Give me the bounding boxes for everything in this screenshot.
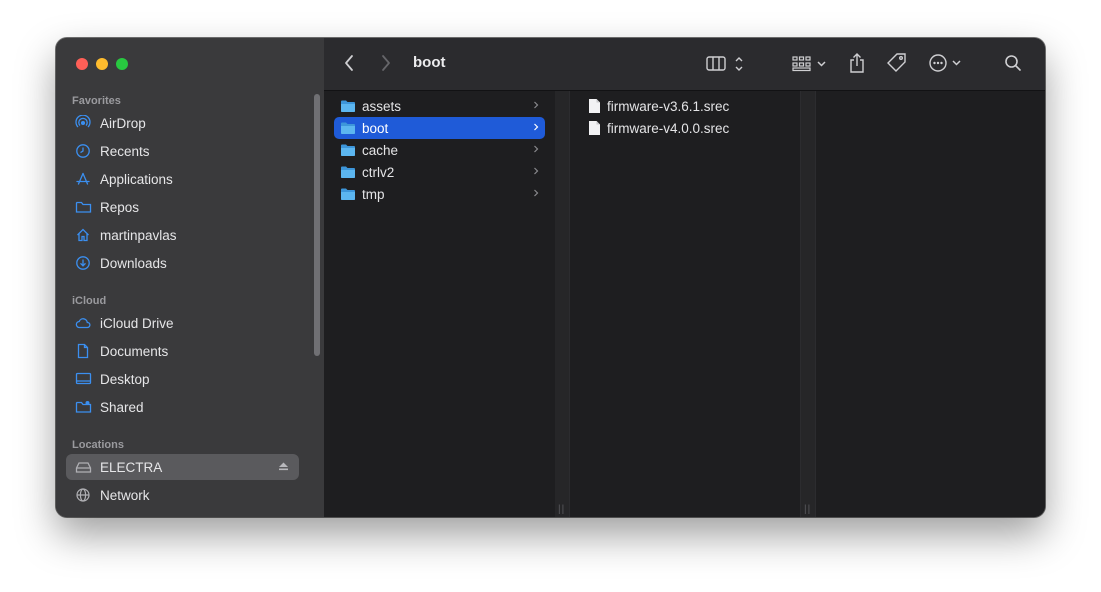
sidebar-section-locations: Locations [72,439,124,451]
sidebar-item-label: martinpavlas [100,227,177,243]
ellipsis-circle-icon [929,54,961,72]
list-item-folder-selected[interactable]: boot [334,117,545,139]
finder-window: Favorites AirDrop Recents Applications R… [56,38,1045,517]
chevron-right-icon [534,189,539,197]
file-icon [589,99,600,113]
back-button[interactable] [344,54,354,72]
folder-icon [74,198,92,216]
shared-folder-icon [74,398,92,416]
column-divider[interactable]: || [555,91,570,517]
column-divider[interactable]: || [800,91,816,517]
sidebar-item-icloud-drive[interactable]: iCloud Drive [66,310,299,336]
folder-icon [341,188,355,200]
cloud-icon [74,314,92,332]
grid-icon [792,56,826,72]
chevron-right-icon [534,167,539,175]
column-browser: assets boot cache ctrlv2 tmp || firmware… [324,91,1045,517]
sidebar-scrollbar[interactable] [314,94,320,356]
sidebar-item-label: iCloud Drive [100,315,174,331]
file-name: firmware-v3.6.1.srec [607,98,730,114]
list-item-file[interactable]: firmware-v4.0.0.srec [582,117,792,139]
folder-name: tmp [362,186,385,202]
sidebar-item-repos[interactable]: Repos [66,194,299,220]
more-actions-button[interactable] [928,53,964,73]
list-item-folder[interactable]: assets [334,95,545,117]
sidebar-item-label: Network [100,487,150,503]
sidebar-item-shared[interactable]: Shared [66,394,299,420]
minimize-button[interactable] [96,58,108,70]
sidebar: Favorites AirDrop Recents Applications R… [56,38,324,517]
sidebar-item-label: Shared [100,399,144,415]
sidebar-item-label: Desktop [100,371,150,387]
sidebar-item-label: Repos [100,199,140,215]
airdrop-icon [74,114,92,132]
home-icon [74,226,92,244]
eject-icon[interactable] [278,460,289,475]
column-2: firmware-v3.6.1.srec firmware-v4.0.0.sre… [570,91,800,517]
column-3 [815,91,1045,517]
list-item-folder[interactable]: ctrlv2 [334,161,545,183]
document-icon [74,342,92,360]
sidebar-item-electra[interactable]: ELECTRA [66,454,299,480]
sidebar-item-home[interactable]: martinpavlas [66,222,299,248]
zoom-button[interactable] [116,58,128,70]
chevron-right-icon [534,123,539,131]
columns-view-icon [706,56,743,71]
drive-icon [74,458,92,476]
download-icon [74,254,92,272]
clock-icon [74,142,92,160]
column-resize-handle[interactable]: || [804,504,811,515]
list-item-folder[interactable]: cache [334,139,545,161]
column-1: assets boot cache ctrlv2 tmp [324,91,556,517]
window-title: boot [413,54,446,71]
share-button[interactable] [848,52,866,74]
chevron-right-icon [382,55,390,71]
sidebar-item-desktop[interactable]: Desktop [66,366,299,392]
search-button[interactable] [1004,54,1022,72]
sidebar-section-icloud: iCloud [72,295,107,307]
sidebar-item-downloads[interactable]: Downloads [66,250,299,276]
sidebar-item-label: Downloads [100,255,167,271]
network-icon [74,486,92,504]
search-icon [1005,55,1021,71]
forward-button[interactable] [381,54,391,72]
toolbar: boot [324,38,1045,91]
list-item-folder[interactable]: tmp [334,183,545,205]
sidebar-item-label: Documents [100,343,169,359]
sidebar-item-documents[interactable]: Documents [66,338,299,364]
sidebar-item-label: ELECTRA [100,459,163,475]
sidebar-item-recents[interactable]: Recents [66,138,299,164]
chevron-right-icon [534,101,539,109]
folder-icon [341,100,355,112]
sidebar-section-favorites: Favorites [72,95,121,107]
file-name: firmware-v4.0.0.srec [607,120,730,136]
folder-name: boot [362,120,389,136]
chevron-right-icon [534,145,539,153]
list-item-file[interactable]: firmware-v3.6.1.srec [582,95,792,117]
column-resize-handle[interactable]: || [558,504,565,515]
folder-name: assets [362,98,402,114]
sidebar-item-airdrop[interactable]: AirDrop [66,110,299,136]
window-controls [76,58,128,70]
sidebar-item-applications[interactable]: Applications [66,166,299,192]
tags-button[interactable] [886,52,908,74]
view-mode-button[interactable] [706,55,746,73]
tag-icon [887,53,906,72]
folder-icon [341,122,355,134]
sidebar-item-label: AirDrop [100,115,146,131]
share-icon [850,53,864,73]
folder-name: ctrlv2 [362,164,395,180]
sidebar-item-label: Applications [100,171,173,187]
sidebar-item-label: Recents [100,143,150,159]
folder-icon [341,166,355,178]
sidebar-item-network[interactable]: Network [66,482,299,508]
applications-icon [74,170,92,188]
folder-icon [341,144,355,156]
close-button[interactable] [76,58,88,70]
group-button[interactable] [792,55,828,73]
chevron-left-icon [345,55,353,71]
folder-name: cache [362,142,399,158]
desktop-icon [74,370,92,388]
file-icon [589,121,600,135]
